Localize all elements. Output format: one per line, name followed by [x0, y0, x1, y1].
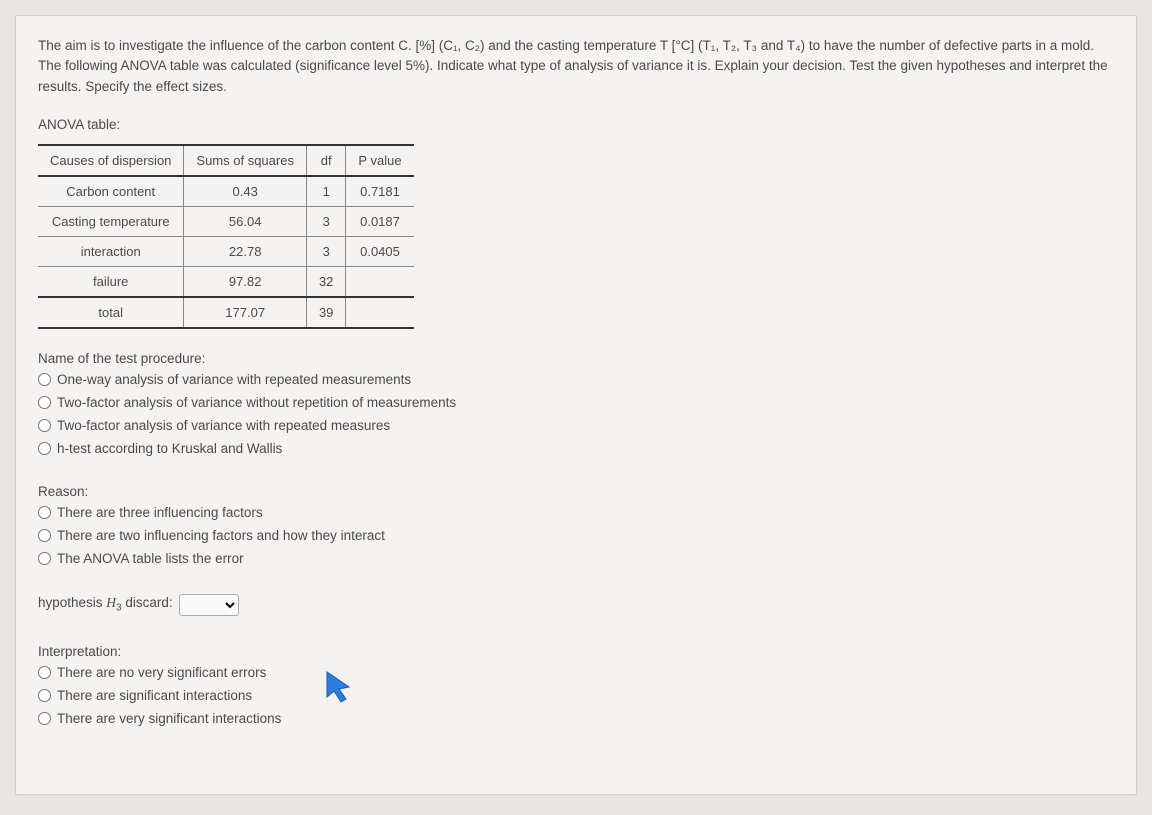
radio-option[interactable]: Two-factor analysis of variance with rep… — [38, 418, 1114, 433]
radio-option[interactable]: The ANOVA table lists the error — [38, 551, 1114, 566]
question-interpretation: Interpretation: There are no very signif… — [38, 644, 1114, 726]
col-causes: Causes of dispersion — [38, 145, 184, 176]
radio-input[interactable] — [38, 396, 51, 409]
procedure-label: Name of the test procedure: — [38, 351, 1114, 366]
radio-option[interactable]: There are three influencing factors — [38, 505, 1114, 520]
radio-label: There are no very significant errors — [57, 665, 266, 680]
radio-input[interactable] — [38, 506, 51, 519]
radio-label: One-way analysis of variance with repeat… — [57, 372, 411, 387]
radio-label: The ANOVA table lists the error — [57, 551, 244, 566]
radio-input[interactable] — [38, 552, 51, 565]
radio-input[interactable] — [38, 442, 51, 455]
reason-label: Reason: — [38, 484, 1114, 499]
radio-input[interactable] — [38, 419, 51, 432]
anova-table: Causes of dispersion Sums of squares df … — [38, 144, 414, 329]
question-card: The aim is to investigate the influence … — [15, 15, 1137, 795]
radio-input[interactable] — [38, 529, 51, 542]
table-row-total: total 177.07 39 — [38, 297, 414, 328]
radio-label: Two-factor analysis of variance without … — [57, 395, 456, 410]
question-procedure: Name of the test procedure: One-way anal… — [38, 351, 1114, 456]
table-row: Carbon content 0.43 1 0.7181 — [38, 176, 414, 207]
table-row: interaction 22.78 3 0.0405 — [38, 236, 414, 266]
hypothesis-discard: hypothesis H3 discard: — [38, 594, 1114, 616]
anova-table-label: ANOVA table: — [38, 117, 1114, 132]
radio-label: There are three influencing factors — [57, 505, 263, 520]
col-df: df — [306, 145, 345, 176]
table-row: failure 97.82 32 — [38, 266, 414, 297]
radio-input[interactable] — [38, 666, 51, 679]
radio-label: There are two influencing factors and ho… — [57, 528, 385, 543]
radio-label: There are significant interactions — [57, 688, 252, 703]
col-pvalue: P value — [346, 145, 414, 176]
radio-option[interactable]: There are significant interactions — [38, 688, 1114, 703]
radio-label: Two-factor analysis of variance with rep… — [57, 418, 390, 433]
radio-option[interactable]: There are very significant interactions — [38, 711, 1114, 726]
table-row: Casting temperature 56.04 3 0.0187 — [38, 206, 414, 236]
question-intro: The aim is to investigate the influence … — [38, 36, 1114, 97]
radio-option[interactable]: One-way analysis of variance with repeat… — [38, 372, 1114, 387]
col-ss: Sums of squares — [184, 145, 307, 176]
question-reason: Reason: There are three influencing fact… — [38, 484, 1114, 566]
radio-option[interactable]: Two-factor analysis of variance without … — [38, 395, 1114, 410]
interpretation-label: Interpretation: — [38, 644, 1114, 659]
hypothesis-select[interactable] — [179, 594, 239, 616]
radio-label: There are very significant interactions — [57, 711, 281, 726]
radio-input[interactable] — [38, 689, 51, 702]
radio-input[interactable] — [38, 373, 51, 386]
radio-option[interactable]: There are no very significant errors — [38, 665, 1114, 680]
hypothesis-text: hypothesis H3 discard: — [38, 595, 173, 614]
radio-input[interactable] — [38, 712, 51, 725]
radio-label: h-test according to Kruskal and Wallis — [57, 441, 282, 456]
radio-option[interactable]: There are two influencing factors and ho… — [38, 528, 1114, 543]
radio-option[interactable]: h-test according to Kruskal and Wallis — [38, 441, 1114, 456]
